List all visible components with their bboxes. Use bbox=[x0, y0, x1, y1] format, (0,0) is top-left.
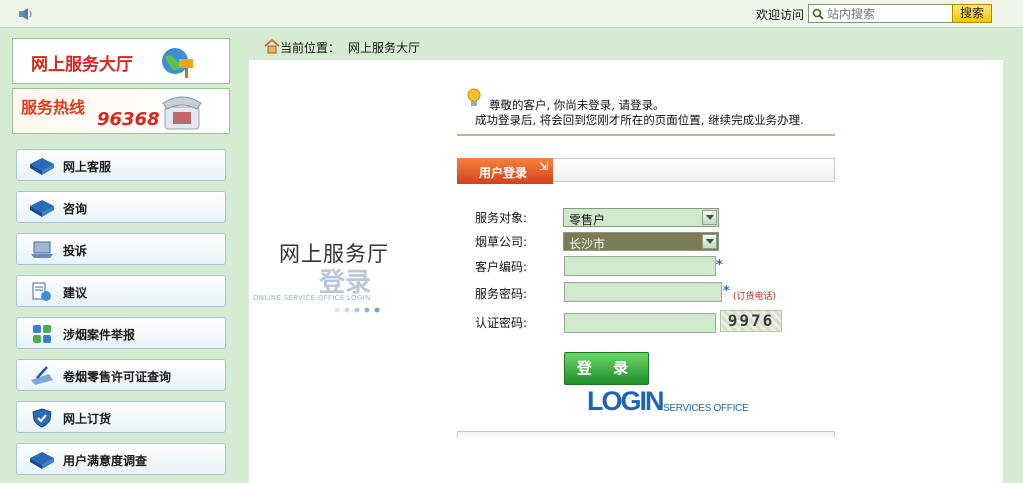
hotline-label: 服务热线 bbox=[21, 98, 86, 117]
blue-book-icon bbox=[30, 158, 54, 175]
sidebar-item-label: 卷烟零售许可证查询 bbox=[63, 370, 172, 384]
sidebar-item-label: 用户满意度调查 bbox=[63, 454, 148, 468]
sidebar-item-label: 建议 bbox=[63, 286, 88, 300]
customer-code-label: 客户编码: bbox=[475, 260, 528, 274]
login-brand-subtext: SERVICES OFFICE bbox=[663, 403, 749, 414]
tab-user-login-label: 用户登录 bbox=[479, 166, 528, 180]
hotline-number: 96368 bbox=[97, 109, 160, 130]
search-button[interactable]: 搜索 bbox=[952, 4, 992, 23]
laptop-icon bbox=[31, 241, 53, 258]
sidebar-item-label: 涉烟案件举报 bbox=[63, 328, 136, 342]
search-input[interactable] bbox=[827, 6, 957, 21]
main-panel: 网上服务厅 登录 ONLINE SERVICE OFFICE LOGIN 尊敬的… bbox=[249, 60, 1003, 483]
login-notice-line1: 尊敬的客户, 你尚未登录, 请登录。 bbox=[489, 98, 665, 112]
breadcrumb-current[interactable]: 网上服务大厅 bbox=[348, 39, 420, 56]
telephone-icon bbox=[162, 96, 202, 130]
login-brand-text: LOGIN bbox=[587, 386, 664, 416]
captcha-label: 认证密码: bbox=[475, 316, 528, 330]
required-asterisk: * bbox=[723, 284, 730, 299]
sidebar-item-report-case[interactable]: 涉烟案件举报 bbox=[16, 317, 226, 349]
service-target-select[interactable]: 零售户 bbox=[563, 208, 719, 227]
search-icon bbox=[812, 8, 824, 20]
globe-mailbox-icon bbox=[162, 48, 193, 78]
chevron-down-icon[interactable] bbox=[702, 210, 717, 225]
home-icon[interactable] bbox=[264, 38, 280, 54]
service-target-label: 服务对象: bbox=[475, 211, 528, 225]
sidebar-item-online-service[interactable]: 网上客服 bbox=[16, 149, 226, 181]
service-target-value: 零售户 bbox=[569, 213, 606, 227]
login-button[interactable]: 登 录 bbox=[564, 352, 649, 385]
tobacco-company-label: 烟草公司: bbox=[475, 235, 528, 249]
service-hall-title: 网上服务大厅 bbox=[31, 55, 133, 75]
service-hall-banner[interactable]: 网上服务大厅 bbox=[12, 38, 230, 84]
sidebar-item-license-query[interactable]: 卷烟零售许可证查询 bbox=[16, 359, 226, 391]
service-password-hint: (订货电话) bbox=[733, 292, 777, 302]
form-bottom-divider bbox=[457, 431, 835, 438]
sidebar-item-satisfaction-survey[interactable]: 用户满意度调查 bbox=[16, 443, 226, 475]
tab-user-login[interactable]: 用户登录 ⇲ bbox=[457, 158, 553, 184]
logo-english: ONLINE SERVICE OFFICE LOGIN bbox=[253, 294, 371, 302]
sidebar-item-complaint[interactable]: 投诉 bbox=[16, 233, 226, 265]
blue-book-icon bbox=[30, 452, 54, 469]
lightbulb-icon bbox=[467, 88, 481, 106]
tobacco-company-value: 长沙市 bbox=[569, 237, 606, 251]
sidebar-item-consult[interactable]: 咨询 bbox=[16, 191, 226, 223]
grid-blocks-icon bbox=[33, 325, 51, 343]
blue-book-icon bbox=[30, 200, 54, 217]
sidebar-item-online-order[interactable]: 网上订货 bbox=[16, 401, 226, 433]
login-notice-line2: 成功登录后, 将会回到您刚才所在的页面位置, 继续完成业务办理. bbox=[475, 113, 804, 127]
sidebar-item-label: 投诉 bbox=[63, 244, 88, 258]
login-header-bar: 用户登录 ⇲ bbox=[457, 158, 835, 184]
captcha-input[interactable] bbox=[564, 313, 716, 333]
service-password-label: 服务密码: bbox=[475, 287, 528, 301]
document-globe-icon bbox=[32, 282, 51, 301]
welcome-text: 欢迎访问 bbox=[756, 8, 804, 22]
logo-dots-decoration bbox=[334, 307, 380, 313]
hotline-banner: 服务热线 96368 bbox=[12, 88, 230, 134]
captcha-image[interactable]: 9976 bbox=[720, 310, 782, 332]
sidebar-item-suggestion[interactable]: 建议 bbox=[16, 275, 226, 307]
breadcrumb-label: 当前位置： bbox=[280, 41, 341, 55]
required-asterisk: * bbox=[716, 258, 723, 273]
tobacco-company-select[interactable]: 长沙市 bbox=[563, 232, 719, 251]
pen-document-icon bbox=[31, 366, 53, 385]
corner-arrow-icon: ⇲ bbox=[539, 160, 549, 173]
customer-code-input[interactable] bbox=[564, 256, 716, 276]
sidebar-item-label: 网上订货 bbox=[63, 412, 112, 426]
top-bar: 欢迎访问 搜索 bbox=[0, 0, 1023, 28]
chevron-down-icon[interactable] bbox=[702, 234, 717, 249]
divider bbox=[457, 134, 835, 136]
sidebar-item-label: 咨询 bbox=[63, 202, 88, 216]
shield-icon bbox=[32, 408, 52, 428]
speaker-icon[interactable] bbox=[18, 7, 34, 21]
service-password-input[interactable] bbox=[564, 282, 722, 302]
sidebar-item-label: 网上客服 bbox=[63, 160, 112, 174]
